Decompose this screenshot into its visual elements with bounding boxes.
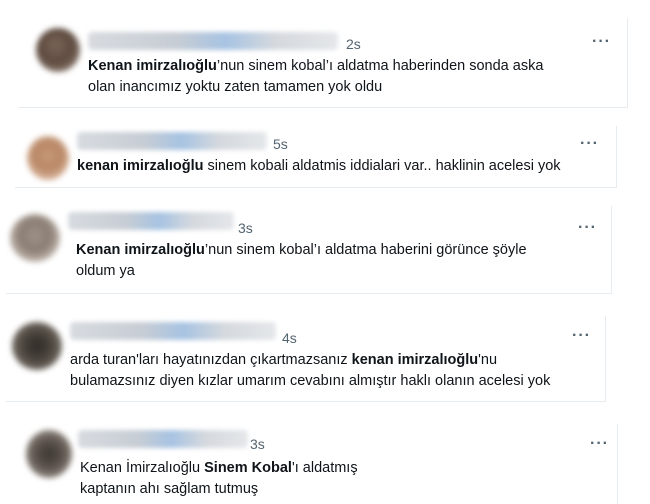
tweet-text-line: bulamazsınız diyen kızlar umarım cevabın… <box>70 373 551 389</box>
mention-bold: kenan imirzalıoğlu <box>77 158 204 174</box>
username-redacted[interactable] <box>88 32 338 50</box>
tweet-text-segment: ’nun sinem kobal’ı aldatma haberinden so… <box>216 58 544 74</box>
tweet-text: Kenan imirzalıoğlu’nun sinem kobal’ı ald… <box>88 56 543 98</box>
more-options-button[interactable]: ··· <box>572 327 591 345</box>
username-redacted[interactable] <box>68 212 234 230</box>
tweet-text: Kenan imirzalıoğlu’nun sinem kobal’ı ald… <box>76 240 527 282</box>
mention-bold: kenan imirzalıoğlu <box>351 352 479 368</box>
avatar[interactable] <box>10 214 60 262</box>
mention-bold: Kenan imirzalıoğlu <box>88 58 217 74</box>
tweet-card[interactable]: 4s ··· arda turan'ları hayatınızdan çıka… <box>6 316 606 402</box>
tweet-timestamp[interactable]: 3s <box>250 436 265 452</box>
tweet-text: arda turan'ları hayatınızdan çıkartmazsa… <box>70 350 550 392</box>
mention-bold: Sinem Kobal <box>204 460 292 476</box>
tweet-card[interactable]: 3s ··· Kenan imirzalıoğlu’nun sinem koba… <box>6 206 612 294</box>
username-redacted[interactable] <box>77 132 267 150</box>
avatar[interactable] <box>26 430 72 478</box>
tweet-text-line: olan inancımız yoktu zaten tamamen yok o… <box>88 79 383 95</box>
tweet-text-segment: ’nun sinem kobal’ı aldatma haberini görü… <box>204 242 527 258</box>
tweet-card[interactable]: 2s ··· Kenan imirzalıoğlu’nun sinem koba… <box>18 18 628 108</box>
tweet-text-line: Kenan imirzalıoğlu’nun sinem kobal’ı ald… <box>76 242 527 258</box>
tweet-text-segment: 'nu <box>478 352 498 368</box>
tweet-text: kenan imirzalıoğlu sinem kobali aldatmis… <box>77 156 561 177</box>
tweet-text-line: Kenan imirzalıoğlu’nun sinem kobal’ı ald… <box>88 58 543 74</box>
tweet-timestamp[interactable]: 5s <box>273 136 288 152</box>
more-options-button[interactable]: ··· <box>592 33 611 51</box>
tweet-card[interactable]: 3s ··· Kenan İmirzalıoğlu Sinem Kobal'ı … <box>18 424 618 504</box>
avatar[interactable] <box>27 136 69 180</box>
tweet-text: Kenan İmirzalıoğlu Sinem Kobal'ı aldatmı… <box>80 458 358 500</box>
avatar[interactable] <box>36 28 80 72</box>
tweet-card[interactable]: 5s ··· kenan imirzalıoğlu sinem kobali a… <box>15 126 617 188</box>
tweet-timestamp[interactable]: 4s <box>282 330 297 346</box>
mention-bold: Kenan imirzalıoğlu <box>76 242 205 258</box>
username-redacted[interactable] <box>70 322 276 340</box>
tweet-text-line: Kenan İmirzalıoğlu Sinem Kobal'ı aldatmı… <box>80 460 358 476</box>
tweet-text-line: kaptanın ahı sağlam tutmuş <box>80 481 259 497</box>
more-options-button[interactable]: ··· <box>590 435 609 453</box>
more-options-button[interactable]: ··· <box>578 219 597 237</box>
tweet-timestamp[interactable]: 3s <box>238 220 253 236</box>
username-redacted[interactable] <box>78 430 248 448</box>
tweet-timestamp[interactable]: 2s <box>346 36 361 52</box>
more-options-button[interactable]: ··· <box>580 135 599 153</box>
tweet-text-line: kenan imirzalıoğlu sinem kobali aldatmis… <box>77 158 561 174</box>
tweet-text-segment: Kenan İmirzalıoğlu <box>80 460 205 476</box>
tweet-text-segment: 'ı aldatmış <box>291 460 358 476</box>
tweet-text-segment: arda turan'ları hayatınızdan çıkartmazsa… <box>70 352 352 368</box>
avatar[interactable] <box>12 322 62 370</box>
tweet-text-segment: sinem kobali aldatmis iddialari var.. ha… <box>203 158 561 174</box>
tweet-text-line: oldum ya <box>76 263 135 279</box>
tweet-text-line: arda turan'ları hayatınızdan çıkartmazsa… <box>70 352 497 368</box>
